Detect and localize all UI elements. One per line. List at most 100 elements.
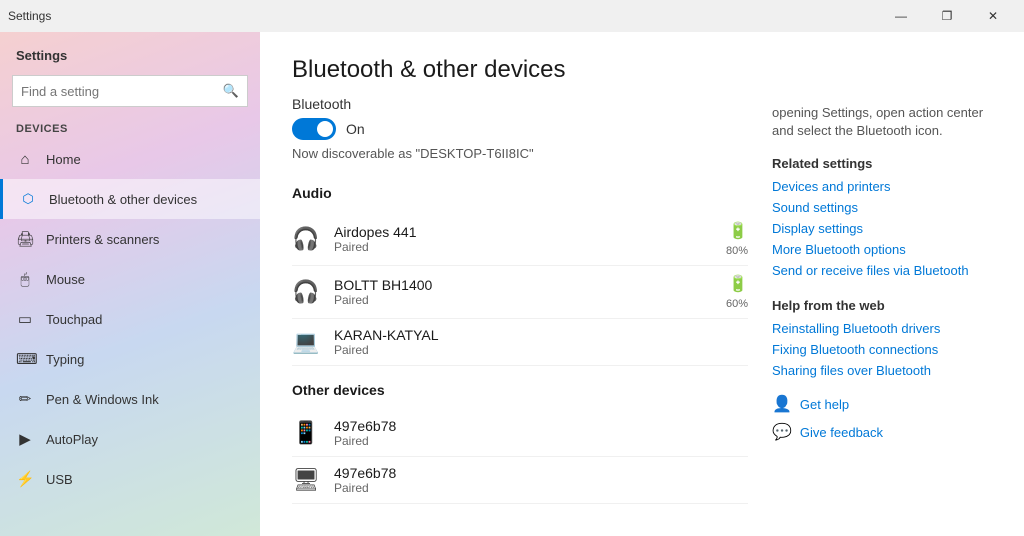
mouse-icon: 🖱 xyxy=(16,271,34,288)
give-feedback-item[interactable]: 💬 Give feedback xyxy=(772,422,992,442)
battery-airdopes-pct: 80% xyxy=(726,245,748,257)
battery-boltt-icon: 🔋 xyxy=(728,274,748,294)
sidebar-item-printers[interactable]: 🖨 Printers & scanners xyxy=(0,219,260,259)
home-icon: ⌂ xyxy=(16,151,34,168)
sidebar-item-typing[interactable]: ⌨ Typing xyxy=(0,339,260,379)
give-feedback-label: Give feedback xyxy=(800,425,883,440)
device-497-1-status: Paired xyxy=(334,434,748,448)
battery-boltt-pct: 60% xyxy=(726,298,748,310)
sidebar-item-mouse[interactable]: 🖱 Mouse xyxy=(0,259,260,299)
help-label: Help from the web xyxy=(772,298,992,313)
search-icon: 🔍 xyxy=(223,83,239,99)
content-main: Bluetooth & other devices Bluetooth On N… xyxy=(292,56,772,512)
device-airdopes[interactable]: 🎧 Airdopes 441 Paired 🔋 80% xyxy=(292,213,748,266)
get-help-icon: 👤 xyxy=(772,394,792,414)
battery-airdopes-icon: 🔋 xyxy=(728,221,748,241)
other-devices-section-heading: Other devices xyxy=(292,382,748,398)
sidebar-item-autoplay[interactable]: ▶ AutoPlay xyxy=(0,419,260,459)
get-help-item[interactable]: 👤 Get help xyxy=(772,394,992,414)
device-karan-info: KARAN-KATYAL Paired xyxy=(334,327,748,357)
link-more-bluetooth[interactable]: More Bluetooth options xyxy=(772,242,992,257)
minimize-button[interactable]: — xyxy=(878,0,924,32)
sidebar-item-pen-label: Pen & Windows Ink xyxy=(46,392,159,407)
sidebar-item-autoplay-label: AutoPlay xyxy=(46,432,98,447)
titlebar: Settings — ❐ ✕ xyxy=(0,0,1024,32)
device-497-2-status: Paired xyxy=(334,481,748,495)
link-fixing[interactable]: Fixing Bluetooth connections xyxy=(772,342,992,357)
bluetooth-toggle-row: Bluetooth xyxy=(292,96,748,112)
device-airdopes-name: Airdopes 441 xyxy=(334,224,712,240)
help-section: Help from the web Reinstalling Bluetooth… xyxy=(772,298,992,378)
battery-airdopes: 🔋 80% xyxy=(726,221,748,257)
printers-icon: 🖨 xyxy=(16,230,34,248)
device-boltt[interactable]: 🎧 BOLTT BH1400 Paired 🔋 60% xyxy=(292,266,748,319)
sidebar: Settings 🔍 Devices ⌂ Home ⬡ Bluetooth & … xyxy=(0,32,260,536)
sidebar-item-mouse-label: Mouse xyxy=(46,272,85,287)
link-devices-printers[interactable]: Devices and printers xyxy=(772,179,992,194)
phone-icon-1: 📱 xyxy=(292,420,320,446)
bluetooth-toggle[interactable] xyxy=(292,118,336,140)
device-497-2-info: 497e6b78 Paired xyxy=(334,465,748,495)
sidebar-item-printers-label: Printers & scanners xyxy=(46,232,159,247)
headphones-icon: 🎧 xyxy=(292,226,320,252)
intro-text: opening Settings, open action center and… xyxy=(772,104,992,140)
laptop-icon: 💻 xyxy=(292,329,320,355)
autoplay-icon: ▶ xyxy=(16,430,34,448)
device-boltt-status: Paired xyxy=(334,293,712,307)
device-497-1-info: 497e6b78 Paired xyxy=(334,418,748,448)
headset-icon: 🎧 xyxy=(292,279,320,305)
close-button[interactable]: ✕ xyxy=(970,0,1016,32)
toggle-row[interactable]: On xyxy=(292,118,748,140)
app-title: Settings xyxy=(8,9,51,23)
maximize-button[interactable]: ❐ xyxy=(924,0,970,32)
pen-icon: ✏ xyxy=(16,390,34,408)
search-box[interactable]: 🔍 xyxy=(12,75,248,107)
device-karan[interactable]: 💻 KARAN-KATYAL Paired xyxy=(292,319,748,366)
link-display-settings[interactable]: Display settings xyxy=(772,221,992,236)
device-boltt-name: BOLTT BH1400 xyxy=(334,277,712,293)
sidebar-item-pen[interactable]: ✏ Pen & Windows Ink xyxy=(0,379,260,419)
device-karan-status: Paired xyxy=(334,343,748,357)
sidebar-item-home[interactable]: ⌂ Home xyxy=(0,139,260,179)
device-497-1-name: 497e6b78 xyxy=(334,418,748,434)
link-sharing[interactable]: Sharing files over Bluetooth xyxy=(772,363,992,378)
device-497-2[interactable]: 🖥 497e6b78 Paired xyxy=(292,457,748,504)
related-settings-label: Related settings xyxy=(772,156,992,171)
device-boltt-info: BOLTT BH1400 Paired xyxy=(334,277,712,307)
window-controls: — ❐ ✕ xyxy=(878,0,1016,32)
display-icon: 🖥 xyxy=(292,467,320,493)
page-title: Bluetooth & other devices xyxy=(292,56,748,84)
sidebar-item-bluetooth-label: Bluetooth & other devices xyxy=(49,192,197,207)
main-content: Bluetooth & other devices Bluetooth On N… xyxy=(260,32,1024,536)
sidebar-item-bluetooth[interactable]: ⬡ Bluetooth & other devices xyxy=(0,179,260,219)
touchpad-icon: ▭ xyxy=(16,310,34,328)
device-497-1[interactable]: 📱 497e6b78 Paired xyxy=(292,410,748,457)
device-497-2-name: 497e6b78 xyxy=(334,465,748,481)
right-sidebar: opening Settings, open action center and… xyxy=(772,56,992,512)
sidebar-item-touchpad[interactable]: ▭ Touchpad xyxy=(0,299,260,339)
usb-icon: ⚡ xyxy=(16,470,34,488)
link-reinstalling[interactable]: Reinstalling Bluetooth drivers xyxy=(772,321,992,336)
link-sound-settings[interactable]: Sound settings xyxy=(772,200,992,215)
get-help-label: Get help xyxy=(800,397,849,412)
audio-section-heading: Audio xyxy=(292,185,748,201)
link-send-receive[interactable]: Send or receive files via Bluetooth xyxy=(772,263,992,278)
battery-boltt: 🔋 60% xyxy=(726,274,748,310)
sidebar-item-usb[interactable]: ⚡ USB xyxy=(0,459,260,499)
sidebar-item-home-label: Home xyxy=(46,152,81,167)
bluetooth-icon: ⬡ xyxy=(19,191,37,207)
sidebar-title: Settings xyxy=(0,32,260,71)
app-body: Settings 🔍 Devices ⌂ Home ⬡ Bluetooth & … xyxy=(0,32,1024,536)
bluetooth-section-label: Bluetooth xyxy=(292,96,351,112)
sidebar-item-typing-label: Typing xyxy=(46,352,84,367)
discoverable-text: Now discoverable as "DESKTOP-T6II8IC" xyxy=(292,146,748,161)
device-karan-name: KARAN-KATYAL xyxy=(334,327,748,343)
typing-icon: ⌨ xyxy=(16,350,34,368)
search-input[interactable] xyxy=(21,84,223,99)
give-feedback-icon: 💬 xyxy=(772,422,792,442)
sidebar-item-usb-label: USB xyxy=(46,472,73,487)
device-airdopes-status: Paired xyxy=(334,240,712,254)
toggle-state-label: On xyxy=(346,121,365,137)
sidebar-item-touchpad-label: Touchpad xyxy=(46,312,102,327)
device-airdopes-info: Airdopes 441 Paired xyxy=(334,224,712,254)
